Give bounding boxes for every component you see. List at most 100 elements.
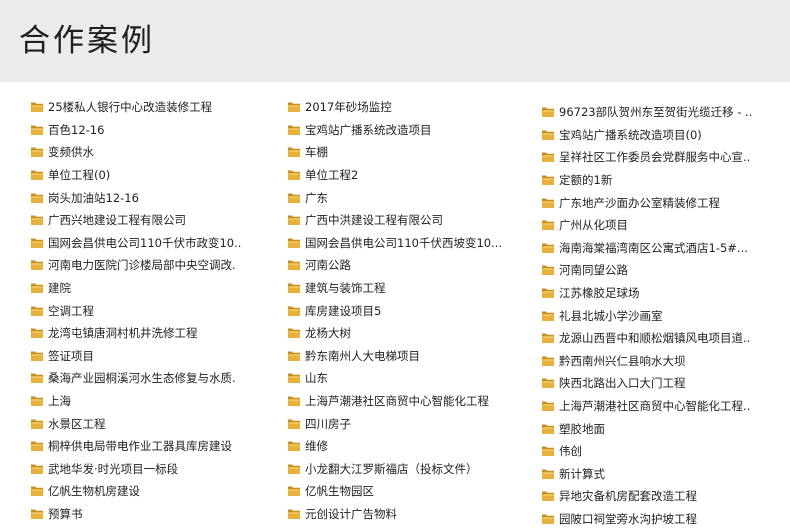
case-folder-item[interactable]: 水景区工程 (30, 412, 280, 435)
case-folder-item[interactable]: 塑胶地面 (541, 417, 790, 440)
case-folder-label: 园陂口祠堂旁水沟护坡工程 (559, 511, 697, 526)
case-folder-item[interactable]: 桐梓供电局带电作业工器具库房建设 (30, 435, 280, 458)
case-folder-item[interactable]: 建筑与装饰工程 (287, 277, 537, 300)
folder-icon (541, 174, 555, 186)
case-folder-item[interactable]: 百色12-16 (30, 119, 280, 142)
case-folder-item[interactable]: 龙源山西晋中和顺松烟镇风电项目道.. (541, 327, 790, 350)
case-folder-item[interactable]: 龙湾屯镇唐洞村机井洗修工程 (30, 322, 280, 345)
case-folder-item[interactable]: 宝鸡站广播系统改造项目(0) (541, 124, 790, 147)
folder-icon (287, 124, 301, 136)
case-folder-item[interactable]: 广东地产沙面办公室精装修工程 (541, 191, 790, 214)
case-folder-item[interactable]: 上海芦潮港社区商贸中心智能化工程.. (541, 395, 790, 418)
case-folder-item[interactable]: 库房建设项目5 (287, 299, 537, 322)
case-folder-item[interactable]: 广西中洪建设工程有限公司 (287, 209, 537, 232)
case-folder-item[interactable]: 小龙翻大江罗斯福店（投标文件） (287, 458, 537, 481)
folder-icon (541, 468, 555, 480)
folder-icon (30, 485, 44, 497)
case-folder-item[interactable]: 河南公路 (287, 254, 537, 277)
case-folder-item[interactable]: 预算书 (30, 503, 280, 526)
folder-icon (541, 355, 555, 367)
case-folder-item[interactable]: 空调工程 (30, 299, 280, 322)
folder-icon (541, 513, 555, 525)
folder-icon (30, 372, 44, 384)
case-folder-item[interactable]: 亿帆生物园区 (287, 480, 537, 503)
case-folder-item[interactable]: 武地华发·时光项目一标段 (30, 458, 280, 481)
case-folder-item[interactable]: 河南电力医院门诊楼局部中央空调改. (30, 254, 280, 277)
page-header: 合作案例 (0, 0, 790, 82)
case-folder-label: 广西中洪建设工程有限公司 (305, 213, 443, 228)
case-folder-item[interactable]: 国网会昌供电公司110千伏西坡变10... (287, 232, 537, 255)
case-folder-item[interactable]: 单位工程2 (287, 164, 537, 187)
case-folder-item[interactable]: 呈祥社区工作委员会党群服务中心宣.. (541, 146, 790, 169)
case-folder-item[interactable]: 海南海棠福湾南区公寓式酒店1-5#... (541, 237, 790, 260)
case-folder-label: 库房建设项目5 (305, 303, 382, 318)
folder-icon (287, 327, 301, 339)
case-folder-item[interactable]: 车棚 (287, 141, 537, 164)
folder-icon (287, 485, 301, 497)
case-folder-item[interactable]: 江苏橡胶足球场 (541, 282, 790, 305)
case-folder-item[interactable]: 广西兴地建设工程有限公司 (30, 209, 280, 232)
case-folder-item[interactable]: 广州从化项目 (541, 214, 790, 237)
folder-icon (541, 287, 555, 299)
case-folder-item[interactable]: 单位工程(0) (30, 164, 280, 187)
case-folder-item[interactable]: 签证项目 (30, 345, 280, 368)
case-folder-item[interactable]: 定额的1新 (541, 169, 790, 192)
folder-icon (287, 101, 301, 113)
case-folder-item[interactable]: 变频供水 (30, 141, 280, 164)
case-folder-item[interactable]: 黔西南州兴仁县响水大坝 (541, 350, 790, 373)
case-folder-item[interactable]: 礼县北城小学沙画室 (541, 304, 790, 327)
case-folder-item[interactable]: 2017年砂场监控 (287, 96, 537, 119)
case-folder-label: 水景区工程 (48, 416, 106, 431)
folder-icon (541, 129, 555, 141)
case-folder-label: 广东 (305, 190, 328, 205)
case-folder-label: 小龙翻大江罗斯福店（投标文件） (305, 461, 478, 476)
case-folder-item[interactable]: 四川房子 (287, 412, 537, 435)
folder-icon (30, 327, 44, 339)
case-folder-item[interactable]: 国网会昌供电公司110千伏市政变10.. (30, 232, 280, 255)
case-folder-label: 25楼私人银行中心改造装修工程 (48, 100, 213, 115)
case-folder-item[interactable]: 陕西北路出入口大门工程 (541, 372, 790, 395)
case-folder-label: 礼县北城小学沙画室 (559, 308, 663, 323)
case-folder-item[interactable]: 异地灾备机房配套改造工程 (541, 485, 790, 508)
case-folder-item[interactable]: 元创设计广告物料 (287, 503, 537, 526)
folder-icon (287, 237, 301, 249)
folder-icon (287, 418, 301, 430)
case-folder-item[interactable]: 维修 (287, 435, 537, 458)
folder-icon (30, 124, 44, 136)
case-folder-label: 空调工程 (48, 303, 94, 318)
folder-icon (30, 169, 44, 181)
case-folder-item[interactable]: 96723部队贺州东至贺街光缆迁移 - .. (541, 101, 790, 124)
case-folder-item[interactable]: 伟创 (541, 440, 790, 463)
case-folder-item[interactable]: 上海 (30, 390, 280, 413)
folder-icon (30, 282, 44, 294)
case-folder-item[interactable]: 建院 (30, 277, 280, 300)
folder-icon (287, 350, 301, 362)
case-folder-item[interactable]: 上海芦潮港社区商贸中心智能化工程 (287, 390, 537, 413)
case-folder-label: 河南同望公路 (559, 263, 628, 278)
case-folder-item[interactable]: 宝鸡站广播系统改造项目 (287, 119, 537, 142)
case-folder-item[interactable]: 河南同望公路 (541, 259, 790, 282)
folder-icon (287, 169, 301, 181)
case-folder-label: 四川房子 (305, 416, 351, 431)
page-title: 合作案例 (19, 23, 155, 59)
case-folder-label: 伟创 (559, 444, 582, 459)
case-folder-item[interactable]: 黔东南州人大电梯项目 (287, 345, 537, 368)
case-folder-label: 山东 (305, 371, 328, 386)
folder-icon (541, 377, 555, 389)
case-folder-label: 武地华发·时光项目一标段 (48, 461, 179, 476)
case-folder-item[interactable]: 新计算式 (541, 463, 790, 486)
case-folder-label: 江苏橡胶足球场 (559, 286, 640, 301)
folder-icon (30, 508, 44, 520)
case-folder-item[interactable]: 岗头加油站12-16 (30, 186, 280, 209)
case-folder-item[interactable]: 园陂口祠堂旁水沟护坡工程 (541, 508, 790, 530)
case-folder-label: 广东地产沙面办公室精装修工程 (559, 195, 720, 210)
case-folder-item[interactable]: 龙杨大树 (287, 322, 537, 345)
folder-icon (287, 395, 301, 407)
case-folder-item[interactable]: 25楼私人银行中心改造装修工程 (30, 96, 280, 119)
case-folder-item[interactable]: 桑海产业园桐溪河水生态修复与水质. (30, 367, 280, 390)
case-folder-item[interactable]: 山东 (287, 367, 537, 390)
case-folder-item[interactable]: 亿帆生物机房建设 (30, 480, 280, 503)
case-folder-item[interactable]: 广东 (287, 186, 537, 209)
case-folder-label: 宝鸡站广播系统改造项目 (305, 122, 432, 137)
folder-icon (541, 106, 555, 118)
